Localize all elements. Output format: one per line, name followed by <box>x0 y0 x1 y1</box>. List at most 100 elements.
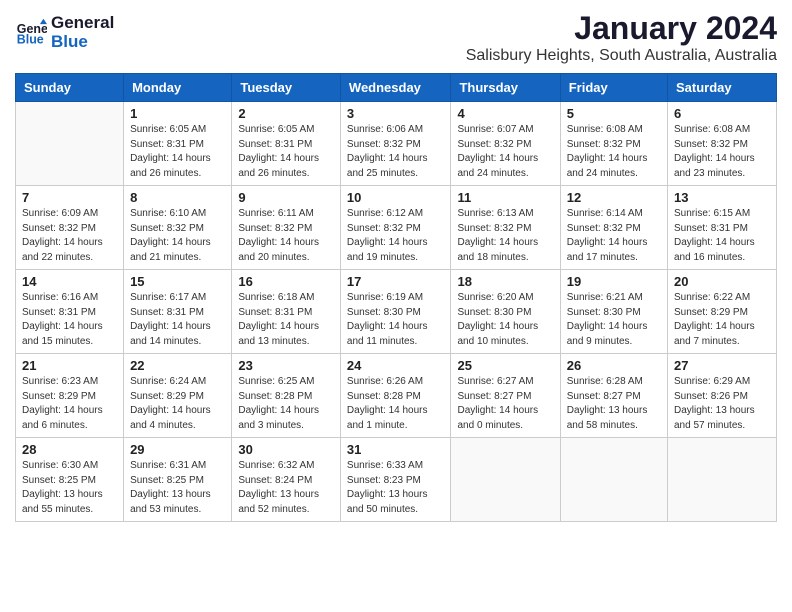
calendar-cell: 10 Sunrise: 6:12 AM Sunset: 8:32 PM Dayli… <box>340 186 451 270</box>
calendar-cell: 9 Sunrise: 6:11 AM Sunset: 8:32 PM Daylig… <box>232 186 341 270</box>
calendar-cell: 12 Sunrise: 6:14 AM Sunset: 8:32 PM Dayli… <box>560 186 667 270</box>
day-info: Sunrise: 6:26 AM Sunset: 8:28 PM Dayligh… <box>347 375 445 433</box>
day-number: 4 <box>457 106 553 121</box>
calendar-cell: 24 Sunrise: 6:26 AM Sunset: 8:28 PM Dayli… <box>340 354 451 438</box>
main-title: January 2024 <box>466 10 777 47</box>
calendar-cell <box>16 102 124 186</box>
day-info: Sunrise: 6:05 AM Sunset: 8:31 PM Dayligh… <box>130 123 225 181</box>
day-number: 5 <box>567 106 661 121</box>
day-info: Sunrise: 6:21 AM Sunset: 8:30 PM Dayligh… <box>567 291 661 349</box>
day-info: Sunrise: 6:18 AM Sunset: 8:31 PM Dayligh… <box>238 291 334 349</box>
day-info: Sunrise: 6:32 AM Sunset: 8:24 PM Dayligh… <box>238 459 334 517</box>
day-number: 24 <box>347 358 445 373</box>
day-number: 27 <box>674 358 770 373</box>
logo-line2: Blue <box>51 33 114 52</box>
day-number: 22 <box>130 358 225 373</box>
calendar-cell: 6 Sunrise: 6:08 AM Sunset: 8:32 PM Daylig… <box>668 102 777 186</box>
day-info: Sunrise: 6:17 AM Sunset: 8:31 PM Dayligh… <box>130 291 225 349</box>
calendar-cell: 23 Sunrise: 6:25 AM Sunset: 8:28 PM Dayli… <box>232 354 341 438</box>
day-info: Sunrise: 6:15 AM Sunset: 8:31 PM Dayligh… <box>674 207 770 265</box>
day-info: Sunrise: 6:13 AM Sunset: 8:32 PM Dayligh… <box>457 207 553 265</box>
calendar-cell: 15Sunrise: 6:17 AM Sunset: 8:31 PM Dayli… <box>124 270 232 354</box>
calendar-week-row: 21Sunrise: 6:23 AM Sunset: 8:29 PM Dayli… <box>16 354 777 438</box>
calendar-cell: 7 Sunrise: 6:09 AM Sunset: 8:32 PM Daylig… <box>16 186 124 270</box>
weekday-header: Thursday <box>451 74 560 102</box>
day-number: 2 <box>238 106 334 121</box>
calendar-cell: 5 Sunrise: 6:08 AM Sunset: 8:32 PM Daylig… <box>560 102 667 186</box>
day-number: 11 <box>457 190 553 205</box>
calendar-cell: 11 Sunrise: 6:13 AM Sunset: 8:32 PM Dayli… <box>451 186 560 270</box>
calendar-cell: 1 Sunrise: 6:05 AM Sunset: 8:31 PM Daylig… <box>124 102 232 186</box>
day-info: Sunrise: 6:27 AM Sunset: 8:27 PM Dayligh… <box>457 375 553 433</box>
day-info: Sunrise: 6:29 AM Sunset: 8:26 PM Dayligh… <box>674 375 770 433</box>
day-info: Sunrise: 6:24 AM Sunset: 8:29 PM Dayligh… <box>130 375 225 433</box>
calendar-week-row: 28Sunrise: 6:30 AM Sunset: 8:25 PM Dayli… <box>16 438 777 522</box>
day-number: 30 <box>238 442 334 457</box>
calendar-cell: 14Sunrise: 6:16 AM Sunset: 8:31 PM Dayli… <box>16 270 124 354</box>
day-info: Sunrise: 6:25 AM Sunset: 8:28 PM Dayligh… <box>238 375 334 433</box>
day-info: Sunrise: 6:14 AM Sunset: 8:32 PM Dayligh… <box>567 207 661 265</box>
calendar-cell: 19 Sunrise: 6:21 AM Sunset: 8:30 PM Dayli… <box>560 270 667 354</box>
day-info: Sunrise: 6:12 AM Sunset: 8:32 PM Dayligh… <box>347 207 445 265</box>
day-info: Sunrise: 6:08 AM Sunset: 8:32 PM Dayligh… <box>674 123 770 181</box>
calendar-cell: 29 Sunrise: 6:31 AM Sunset: 8:25 PM Dayli… <box>124 438 232 522</box>
day-number: 12 <box>567 190 661 205</box>
weekday-header: Tuesday <box>232 74 341 102</box>
day-info: Sunrise: 6:30 AM Sunset: 8:25 PM Dayligh… <box>22 459 117 517</box>
calendar-cell: 27 Sunrise: 6:29 AM Sunset: 8:26 PM Dayli… <box>668 354 777 438</box>
subtitle: Salisbury Heights, South Australia, Aust… <box>466 47 777 65</box>
calendar-week-row: 1 Sunrise: 6:05 AM Sunset: 8:31 PM Daylig… <box>16 102 777 186</box>
day-number: 29 <box>130 442 225 457</box>
calendar-cell: 25Sunrise: 6:27 AM Sunset: 8:27 PM Dayli… <box>451 354 560 438</box>
day-info: Sunrise: 6:11 AM Sunset: 8:32 PM Dayligh… <box>238 207 334 265</box>
svg-text:Blue: Blue <box>17 32 44 46</box>
day-info: Sunrise: 6:31 AM Sunset: 8:25 PM Dayligh… <box>130 459 225 517</box>
day-number: 1 <box>130 106 225 121</box>
logo-line1: General <box>51 14 114 33</box>
day-number: 3 <box>347 106 445 121</box>
weekday-header: Saturday <box>668 74 777 102</box>
weekday-header: Friday <box>560 74 667 102</box>
day-number: 19 <box>567 274 661 289</box>
weekday-header: Monday <box>124 74 232 102</box>
day-number: 7 <box>22 190 117 205</box>
calendar-cell: 26Sunrise: 6:28 AM Sunset: 8:27 PM Dayli… <box>560 354 667 438</box>
calendar-cell: 21Sunrise: 6:23 AM Sunset: 8:29 PM Dayli… <box>16 354 124 438</box>
day-info: Sunrise: 6:08 AM Sunset: 8:32 PM Dayligh… <box>567 123 661 181</box>
logo-icon: General Blue <box>15 17 47 49</box>
day-info: Sunrise: 6:09 AM Sunset: 8:32 PM Dayligh… <box>22 207 117 265</box>
day-number: 8 <box>130 190 225 205</box>
day-info: Sunrise: 6:05 AM Sunset: 8:31 PM Dayligh… <box>238 123 334 181</box>
title-block: January 2024 Salisbury Heights, South Au… <box>466 10 777 65</box>
logo: General Blue General Blue <box>15 14 114 51</box>
calendar-cell: 22 Sunrise: 6:24 AM Sunset: 8:29 PM Dayli… <box>124 354 232 438</box>
calendar-cell: 17Sunrise: 6:19 AM Sunset: 8:30 PM Dayli… <box>340 270 451 354</box>
calendar-cell: 2 Sunrise: 6:05 AM Sunset: 8:31 PM Daylig… <box>232 102 341 186</box>
day-info: Sunrise: 6:10 AM Sunset: 8:32 PM Dayligh… <box>130 207 225 265</box>
day-number: 9 <box>238 190 334 205</box>
day-number: 18 <box>457 274 553 289</box>
calendar-cell: 18Sunrise: 6:20 AM Sunset: 8:30 PM Dayli… <box>451 270 560 354</box>
day-number: 20 <box>674 274 770 289</box>
calendar-cell: 4Sunrise: 6:07 AM Sunset: 8:32 PM Daylig… <box>451 102 560 186</box>
day-number: 10 <box>347 190 445 205</box>
weekday-header: Wednesday <box>340 74 451 102</box>
day-info: Sunrise: 6:19 AM Sunset: 8:30 PM Dayligh… <box>347 291 445 349</box>
weekday-header-row: SundayMondayTuesdayWednesdayThursdayFrid… <box>16 74 777 102</box>
page-header: General Blue General Blue January 2024 S… <box>15 10 777 65</box>
weekday-header: Sunday <box>16 74 124 102</box>
day-number: 6 <box>674 106 770 121</box>
calendar-cell: 30 Sunrise: 6:32 AM Sunset: 8:24 PM Dayli… <box>232 438 341 522</box>
calendar-cell <box>668 438 777 522</box>
day-number: 14 <box>22 274 117 289</box>
day-info: Sunrise: 6:22 AM Sunset: 8:29 PM Dayligh… <box>674 291 770 349</box>
calendar-cell: 16Sunrise: 6:18 AM Sunset: 8:31 PM Dayli… <box>232 270 341 354</box>
calendar-cell: 20 Sunrise: 6:22 AM Sunset: 8:29 PM Dayli… <box>668 270 777 354</box>
calendar-cell <box>560 438 667 522</box>
day-number: 23 <box>238 358 334 373</box>
day-number: 13 <box>674 190 770 205</box>
calendar-week-row: 14Sunrise: 6:16 AM Sunset: 8:31 PM Dayli… <box>16 270 777 354</box>
calendar-cell: 13 Sunrise: 6:15 AM Sunset: 8:31 PM Dayli… <box>668 186 777 270</box>
calendar-cell: 31Sunrise: 6:33 AM Sunset: 8:23 PM Dayli… <box>340 438 451 522</box>
calendar-cell: 28Sunrise: 6:30 AM Sunset: 8:25 PM Dayli… <box>16 438 124 522</box>
